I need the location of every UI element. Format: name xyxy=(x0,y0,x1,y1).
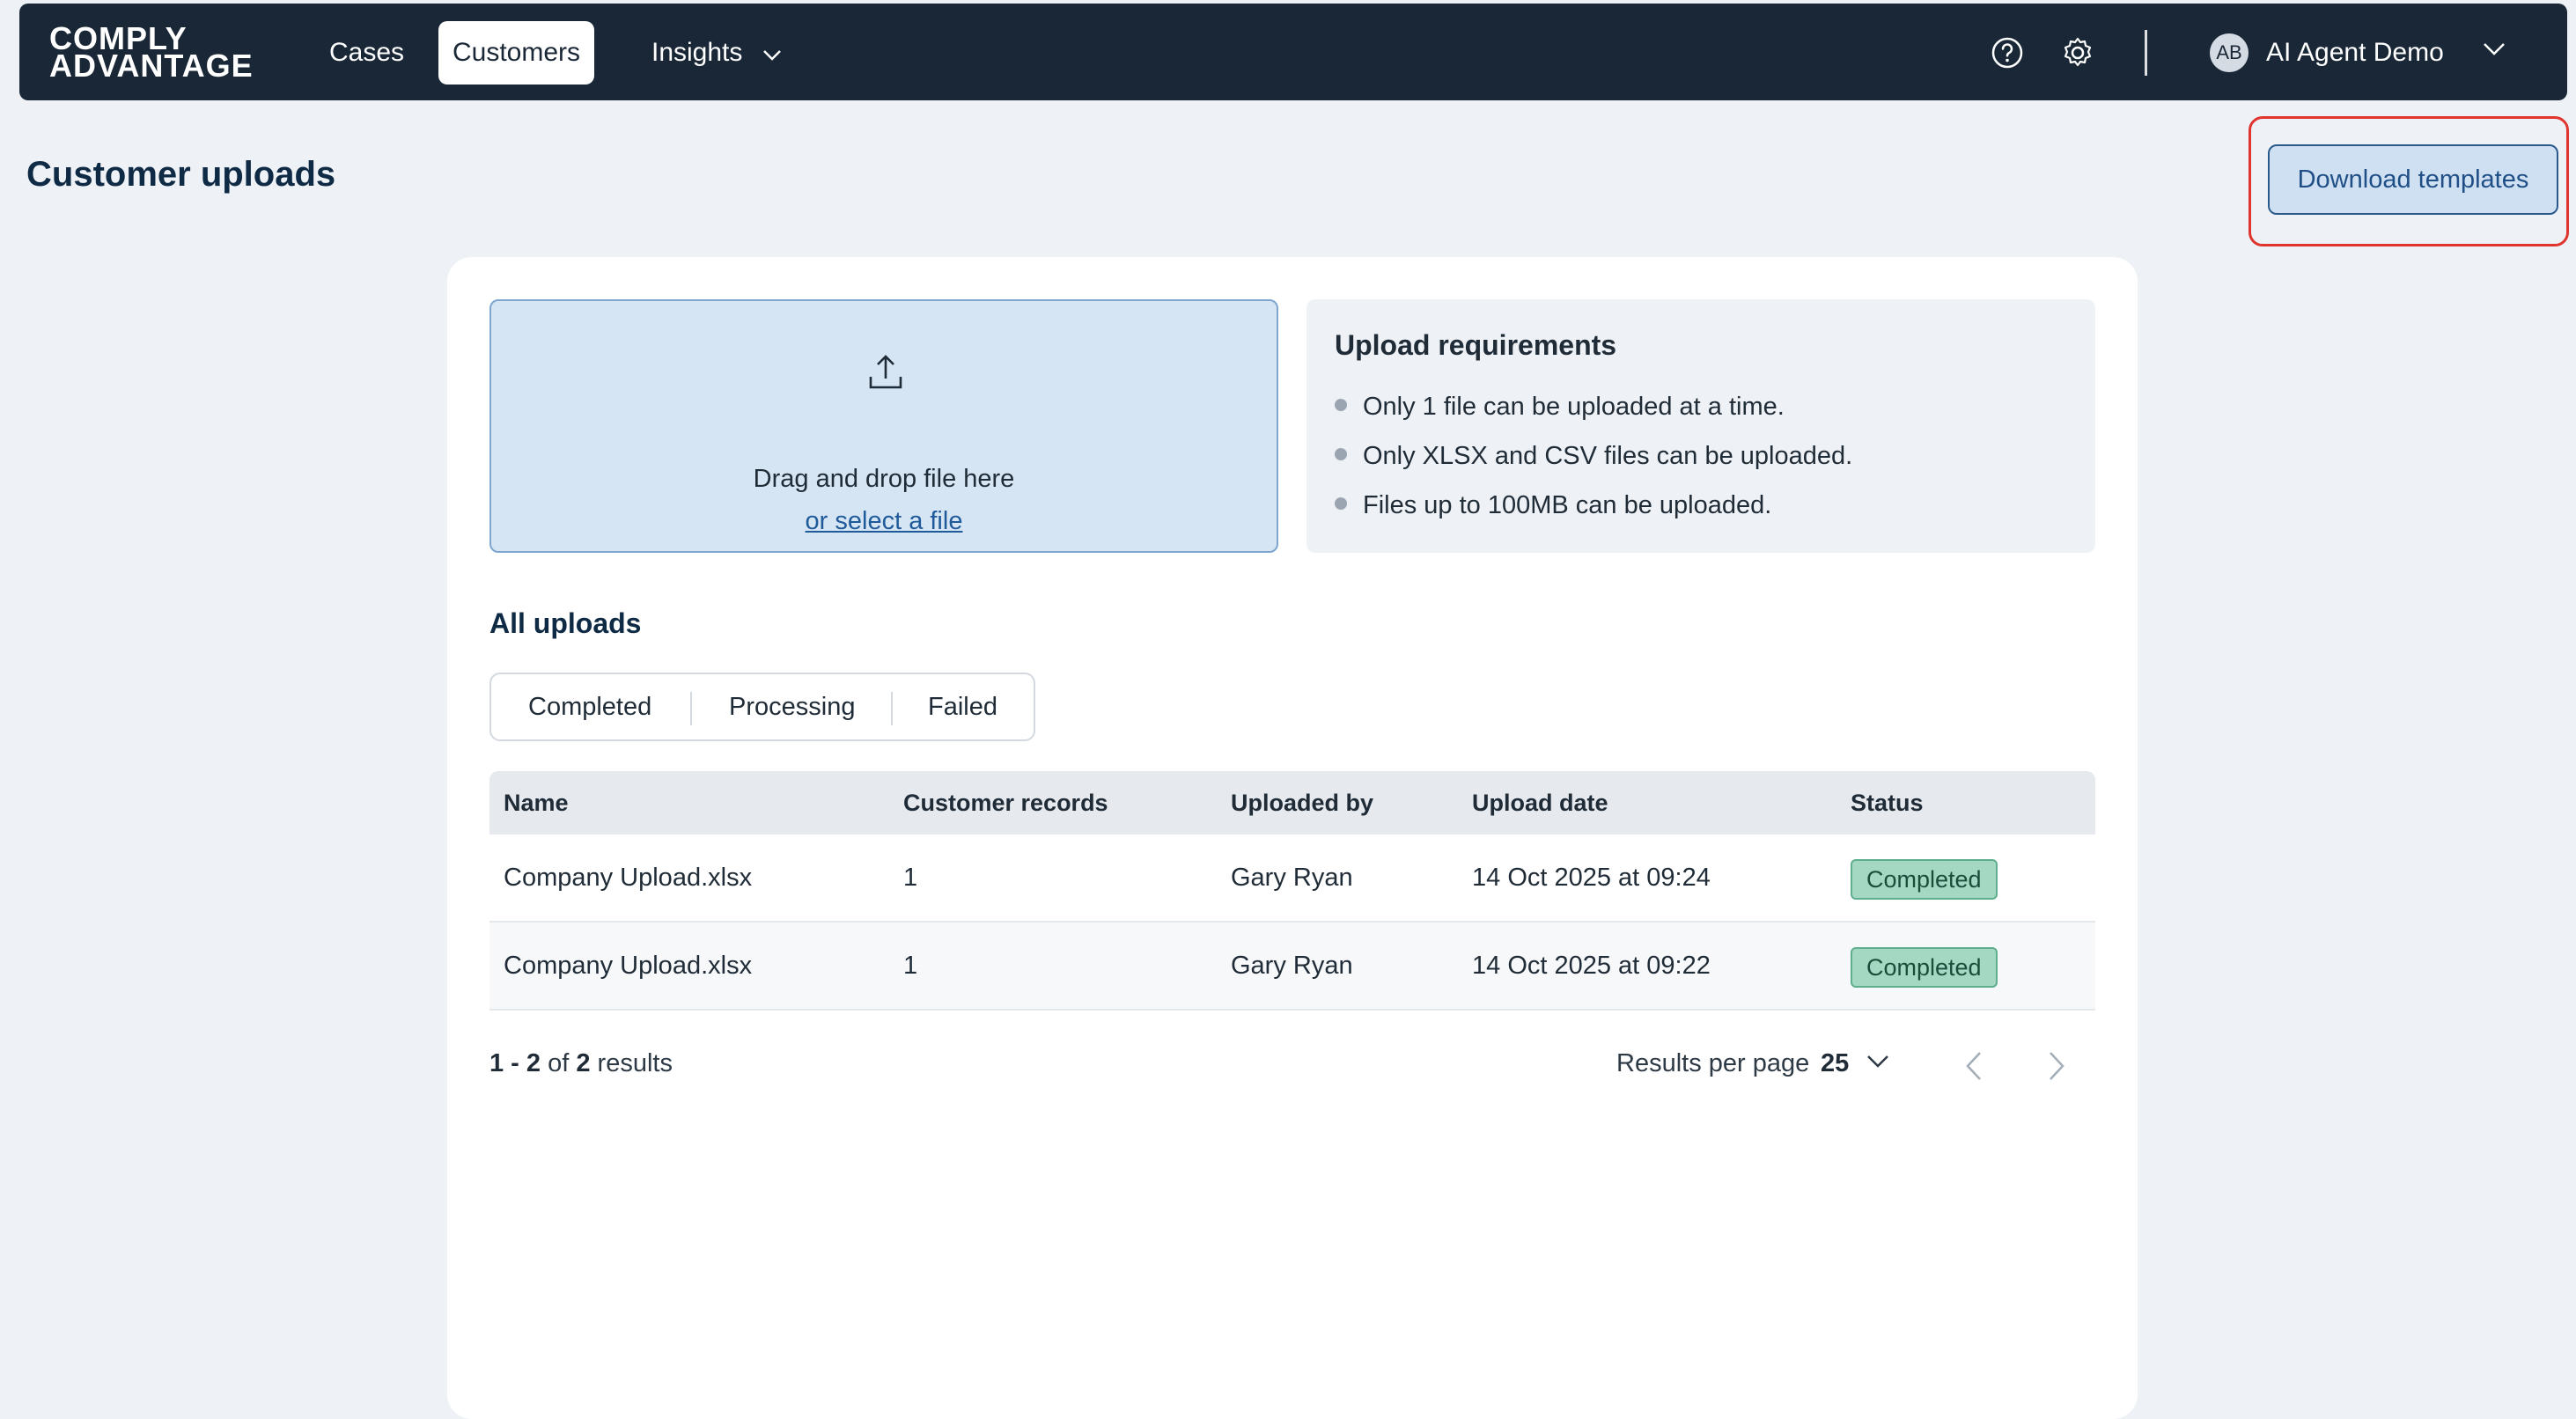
nav-item-cases[interactable]: Cases xyxy=(315,21,418,85)
table-header: Name Customer records Uploaded by Upload… xyxy=(489,771,2095,834)
results-count: 1 - 2 of 2 results xyxy=(489,1049,673,1078)
filter-processing[interactable]: Processing xyxy=(729,674,855,739)
table-row[interactable]: Company Upload.xlsx 1 Gary Ryan 14 Oct 2… xyxy=(489,923,2095,1011)
cell-upload-date: 14 Oct 2025 at 09:22 xyxy=(1472,952,1711,980)
bullet-icon xyxy=(1335,448,1347,461)
requirement-text: Only 1 file can be uploaded at a time. xyxy=(1363,393,1785,421)
top-nav: COMPLY ADVANTAGE Cases Customers Insight… xyxy=(19,4,2567,100)
column-header-status: Status xyxy=(1851,790,1924,816)
status-badge: Completed xyxy=(1851,859,1998,900)
requirement-item: Files up to 100MB can be uploaded. xyxy=(1335,491,1771,520)
logo-line2: ADVANTAGE xyxy=(49,48,254,84)
cell-records: 1 xyxy=(903,952,918,980)
previous-page-icon[interactable] xyxy=(1965,1051,1983,1085)
column-header-name: Name xyxy=(504,790,569,816)
results-range: 1 - 2 xyxy=(489,1049,541,1077)
requirements-title: Upload requirements xyxy=(1335,329,1617,361)
requirement-text: Files up to 100MB can be uploaded. xyxy=(1363,491,1772,519)
filter-failed[interactable]: Failed xyxy=(928,674,997,739)
cell-records: 1 xyxy=(903,864,918,892)
user-menu-name[interactable]: AI Agent Demo xyxy=(2266,21,2444,85)
results-per-page-label: Results per page xyxy=(1616,1049,1810,1077)
results-of: of xyxy=(548,1049,570,1077)
bullet-icon xyxy=(1335,497,1347,511)
requirement-text: Only XLSX and CSV files can be uploaded. xyxy=(1363,442,1853,470)
column-header-records: Customer records xyxy=(903,790,1108,816)
table-row[interactable]: Company Upload.xlsx 1 Gary Ryan 14 Oct 2… xyxy=(489,834,2095,923)
results-word: results xyxy=(597,1049,673,1077)
all-uploads-title: All uploads xyxy=(489,607,642,639)
dropzone-text: Drag and drop file here xyxy=(753,465,1015,493)
download-templates-button[interactable]: Download templates xyxy=(2268,144,2558,215)
column-header-uploaded-by: Uploaded by xyxy=(1231,790,1374,816)
cell-uploaded-by: Gary Ryan xyxy=(1231,952,1353,980)
user-menu-chevron-down-icon[interactable] xyxy=(2483,42,2506,61)
column-header-upload-date: Upload date xyxy=(1472,790,1608,816)
next-page-icon[interactable] xyxy=(2048,1051,2065,1085)
upload-requirements: Upload requirements Only 1 file can be u… xyxy=(1306,299,2095,553)
filter-completed[interactable]: Completed xyxy=(528,674,651,739)
results-per-page-select[interactable]: 25 xyxy=(1821,1049,1849,1078)
cell-upload-date: 14 Oct 2025 at 09:24 xyxy=(1472,864,1711,892)
cell-name: Company Upload.xlsx xyxy=(504,864,753,892)
status-filter-group: Completed Processing Failed xyxy=(489,673,1035,741)
uploads-card: Drag and drop file here or select a file… xyxy=(447,257,2138,1419)
upload-icon xyxy=(866,352,905,395)
nav-item-insights-label: Insights xyxy=(651,38,743,67)
requirement-item: Only 1 file can be uploaded at a time. xyxy=(1335,393,1785,422)
file-dropzone[interactable]: Drag and drop file here or select a file xyxy=(489,299,1278,553)
requirement-item: Only XLSX and CSV files can be uploaded. xyxy=(1335,442,1852,471)
help-icon[interactable] xyxy=(1990,35,2025,70)
status-badge: Completed xyxy=(1851,947,1998,988)
logo[interactable]: COMPLY ADVANTAGE xyxy=(49,23,254,84)
filter-divider xyxy=(891,692,893,725)
cell-name: Company Upload.xlsx xyxy=(504,952,753,980)
nav-divider xyxy=(2145,30,2147,76)
cell-uploaded-by: Gary Ryan xyxy=(1231,864,1353,892)
filter-divider xyxy=(690,692,692,725)
nav-item-insights[interactable]: Insights xyxy=(637,21,796,85)
page-title: Customer uploads xyxy=(26,155,336,194)
select-file-link[interactable]: or select a file xyxy=(491,507,1277,536)
bullet-icon xyxy=(1335,399,1347,412)
gear-icon[interactable] xyxy=(2060,35,2095,70)
avatar[interactable]: AB xyxy=(2210,33,2248,72)
nav-item-customers[interactable]: Customers xyxy=(438,21,595,85)
chevron-down-icon xyxy=(762,22,782,85)
chevron-down-icon[interactable] xyxy=(1866,1055,1889,1073)
results-total: 2 xyxy=(576,1049,591,1077)
